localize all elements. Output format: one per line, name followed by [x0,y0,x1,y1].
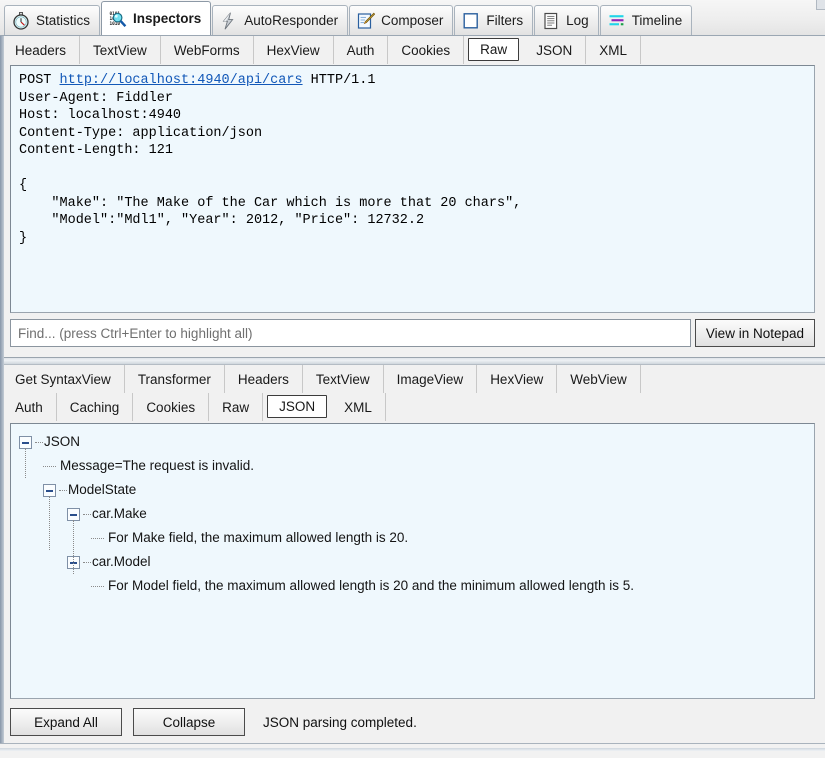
request-tab-textview[interactable]: TextView [80,36,161,64]
response-tab-json[interactable]: JSON [267,395,328,418]
json-tree-node[interactable]: ModelState [11,478,814,502]
request-inspector-pane: Headers TextView WebForms HexView Auth Cookie… [0,36,825,357]
main-tab-label: Log [566,13,589,28]
response-tab-hexview[interactable]: HexView [477,365,558,393]
response-tab-textview[interactable]: TextView [303,365,384,393]
document-lines-icon [542,12,560,30]
fiddler-window: Statistics 010110011010 Inspectors AutoResp… [0,0,825,758]
json-tree: JSON Message=The request is invalid. Model… [11,424,814,598]
request-tab-xml[interactable]: XML [586,36,641,64]
request-raw-text: POST http://localhost:4940/api/cars HTTP… [19,73,522,246]
main-tab-composer[interactable]: Composer [349,5,454,35]
request-tab-webforms[interactable]: WebForms [161,36,254,64]
main-tab-filters[interactable]: Filters [454,5,534,35]
request-tab-headers[interactable]: Headers [2,36,81,64]
response-tab-cookies[interactable]: Cookies [133,393,210,421]
timeline-bars-icon [608,12,626,30]
json-tree-label: JSON [44,434,81,449]
main-tab-log[interactable]: Log [534,5,599,35]
response-footer: Expand All Collapse JSON parsing complet… [10,708,417,736]
tree-leaf-elbow [91,580,107,593]
json-tree-label: car.Model [92,554,151,569]
response-tab-webview[interactable]: WebView [557,365,641,393]
magnifier-binary-icon: 010110011010 [109,10,127,28]
window-left-edge [0,36,4,743]
response-tab-headers[interactable]: Headers [225,365,303,393]
response-inspector-pane: Get SyntaxView Transformer Headers TextView… [0,365,825,743]
response-tab-caching[interactable]: Caching [57,393,134,421]
main-tab-label: Timeline [631,13,683,28]
json-tree-node[interactable]: car.Model [11,550,814,574]
json-tree-label: For Make field, the maximum allowed leng… [108,530,409,545]
response-tab-auth[interactable]: Auth [2,393,57,421]
json-tree-label: ModelState [68,482,137,497]
response-tab-imageview[interactable]: ImageView [384,365,478,393]
main-tab-label: Filters [486,13,524,28]
blank-square-icon [462,12,480,30]
request-tab-hexview[interactable]: HexView [254,36,334,64]
tree-vertical-connector [25,448,26,478]
collapse-button[interactable]: Collapse [133,708,245,736]
request-tab-auth[interactable]: Auth [334,36,389,64]
request-tab-row-filler [641,36,825,64]
response-tab-row-1: Get SyntaxView Transformer Headers TextView… [0,365,825,393]
collapse-minus-icon[interactable] [43,483,56,497]
request-tab-cookies[interactable]: Cookies [388,36,465,64]
request-tab-raw[interactable]: Raw [468,38,520,61]
response-tab-row-filler [641,365,825,393]
response-tab-row-filler [386,393,825,421]
view-in-notepad-button[interactable]: View in Notepad [694,319,815,347]
json-tree-leaf: For Model field, the maximum allowed len… [11,574,814,598]
main-tab-label: Statistics [36,13,91,28]
expand-all-button[interactable]: Expand All [10,708,122,736]
lightning-bolt-icon [220,12,238,30]
window-corner-nub [816,0,825,10]
main-tab-inspectors[interactable]: 010110011010 Inspectors [101,1,212,35]
tree-connector-dots [59,484,68,497]
response-json-viewer[interactable]: JSON Message=The request is invalid. Model… [10,423,815,699]
main-tabstrip: Statistics 010110011010 Inspectors AutoResp… [0,0,825,36]
collapse-minus-icon[interactable] [19,435,32,449]
stopwatch-icon [12,11,30,30]
response-tab-xml[interactable]: XML [331,393,386,421]
main-tab-label: AutoResponder [244,13,339,28]
tree-vertical-connector [49,496,50,550]
request-raw-viewer[interactable]: POST http://localhost:4940/api/cars HTTP… [10,65,815,313]
find-input[interactable] [10,319,691,347]
request-headers-and-body: User-Agent: Fiddler Host: localhost:4940… [19,90,522,246]
horizontal-splitter[interactable] [0,357,825,365]
json-tree-label: car.Make [92,506,147,521]
main-tab-label: Composer [381,13,444,28]
response-tab-raw[interactable]: Raw [209,393,264,421]
response-tab-get-syntaxview[interactable]: Get SyntaxView [2,365,125,393]
main-tab-label: Inspectors [133,11,202,26]
tree-leaf-elbow [43,460,59,473]
tree-connector-dots [35,436,44,449]
pencil-notepad-icon [357,12,376,30]
json-tree-label: For Model field, the maximum allowed len… [108,578,635,593]
request-tab-row: Headers TextView WebForms HexView Auth Cookie… [0,36,825,64]
tree-connector-dots [83,508,92,521]
json-tree-leaf: For Make field, the maximum allowed leng… [11,526,814,550]
json-tree-node[interactable]: car.Make [11,502,814,526]
main-tab-timeline[interactable]: Timeline [599,5,693,35]
window-bottom-edge [0,743,825,758]
response-tab-transformer[interactable]: Transformer [125,365,225,393]
main-tab-statistics[interactable]: Statistics [4,5,101,35]
tree-vertical-connector [73,520,74,574]
request-tab-json[interactable]: JSON [523,36,587,64]
collapse-minus-icon[interactable] [67,507,80,521]
find-bar: View in Notepad [10,319,815,347]
response-tab-row-2: Auth Caching Cookies Raw JSON XML [0,393,825,421]
tree-leaf-elbow [91,532,107,545]
json-parse-status: JSON parsing completed. [263,714,417,730]
tree-connector-dots [83,556,92,569]
json-tree-label: Message=The request is invalid. [60,458,254,473]
json-tree-node[interactable]: JSON [11,430,814,454]
request-url-link[interactable]: http://localhost:4940/api/cars [60,73,303,88]
json-tree-leaf: Message=The request is invalid. [11,454,814,478]
main-tab-autoresponder[interactable]: AutoResponder [212,5,349,35]
